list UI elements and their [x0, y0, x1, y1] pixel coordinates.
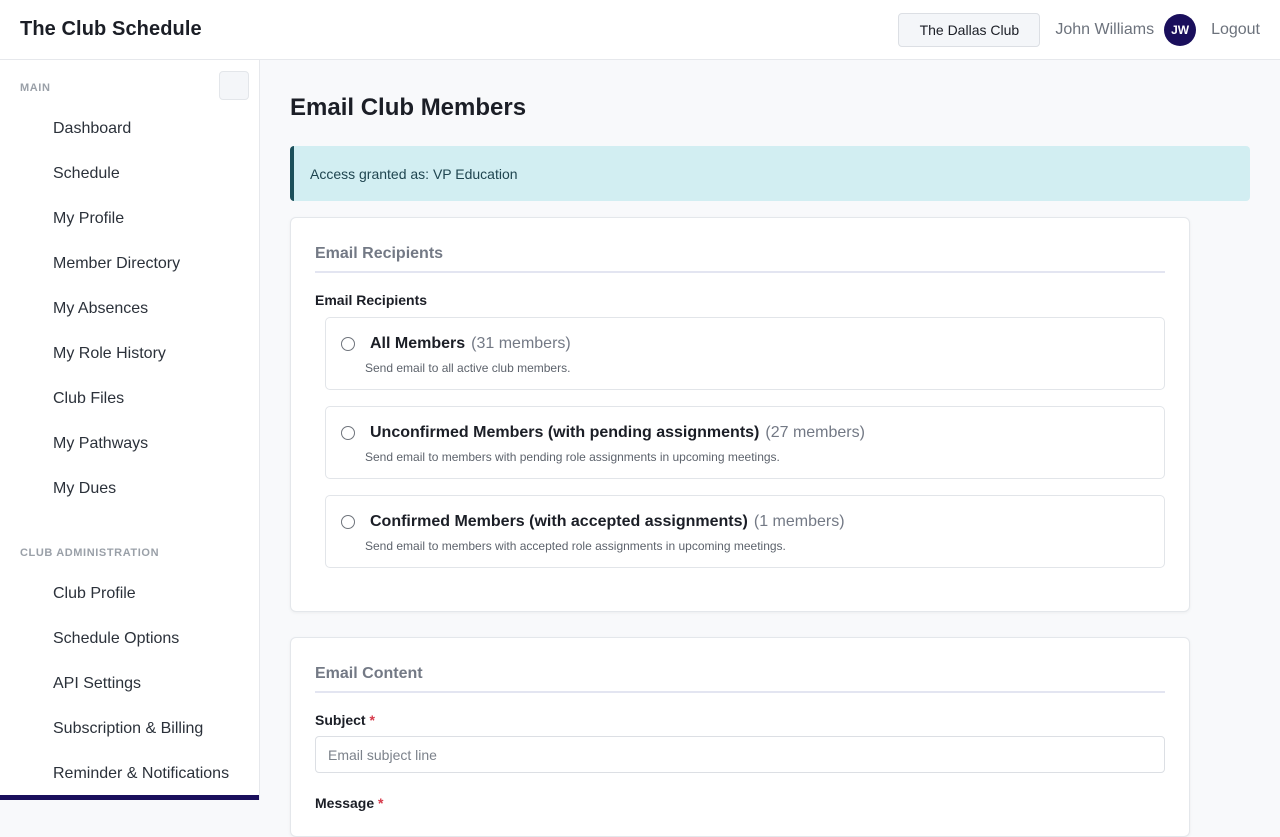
top-bar-right: The Dallas Club John Williams JW Logout: [898, 12, 1260, 47]
page-title: Email Club Members: [290, 94, 527, 121]
option-title-text: Unconfirmed Members (with pending assign…: [370, 424, 760, 441]
message-label: Message *: [315, 795, 384, 811]
option-member-count: (31 members): [471, 335, 571, 352]
option-description: Send email to all active club members.: [365, 361, 571, 375]
club-selector-button[interactable]: The Dallas Club: [898, 12, 1041, 47]
option-member-count: (27 members): [765, 424, 865, 441]
card-title-content: Email Content: [315, 665, 423, 682]
radio-unconfirmed-members[interactable]: [341, 426, 355, 440]
sidebar-active-item-bar[interactable]: [0, 795, 259, 800]
sidebar-item-my-profile[interactable]: My Profile: [53, 210, 124, 228]
recipient-option-unconfirmed-members[interactable]: Unconfirmed Members (with pending assign…: [325, 406, 1165, 479]
radio-all-members[interactable]: [341, 337, 355, 351]
sidebar-item-my-pathways[interactable]: My Pathways: [53, 435, 148, 453]
required-mark: *: [369, 712, 375, 728]
subject-label-text: Subject: [315, 712, 366, 728]
sidebar-item-my-role-history[interactable]: My Role History: [53, 345, 166, 363]
recipient-option-confirmed-members[interactable]: Confirmed Members (with accepted assignm…: [325, 495, 1165, 568]
recipient-option-all-members[interactable]: All Members (31 members) Send email to al…: [325, 317, 1165, 390]
card-divider: [315, 691, 1165, 693]
subject-input[interactable]: [315, 736, 1165, 773]
option-title: All Members (31 members): [370, 335, 571, 353]
radio-confirmed-members[interactable]: [341, 515, 355, 529]
card-divider: [315, 271, 1165, 273]
option-description: Send email to members with accepted role…: [365, 539, 786, 553]
sidebar-item-subscription-billing[interactable]: Subscription & Billing: [53, 720, 203, 738]
sidebar-item-member-directory[interactable]: Member Directory: [53, 255, 180, 273]
option-member-count: (1 members): [753, 513, 845, 530]
recipients-field-label: Email Recipients: [315, 292, 428, 308]
sidebar-item-my-absences[interactable]: My Absences: [53, 300, 148, 318]
option-title-text: Confirmed Members (with accepted assignm…: [370, 513, 748, 530]
sidebar-item-reminder-notifications[interactable]: Reminder & Notifications: [53, 765, 229, 783]
message-label-text: Message: [315, 795, 375, 811]
email-content-card: Email Content Subject * Message *: [290, 637, 1190, 837]
sidebar-toggle-button[interactable]: [219, 71, 249, 100]
sidebar-item-club-files[interactable]: Club Files: [53, 390, 124, 408]
access-alert: Access granted as: VP Education: [290, 146, 1250, 201]
app-title[interactable]: The Club Schedule: [20, 18, 202, 41]
sidebar-section-main: MAIN: [20, 82, 51, 94]
sidebar-item-schedule[interactable]: Schedule: [53, 165, 120, 183]
main-content: Email Club Members Access granted as: VP…: [260, 60, 1280, 837]
option-title: Unconfirmed Members (with pending assign…: [370, 424, 865, 442]
user-name[interactable]: John Williams: [1055, 21, 1154, 39]
top-bar: The Club Schedule The Dallas Club John W…: [0, 0, 1280, 60]
logout-link[interactable]: Logout: [1211, 21, 1260, 39]
sidebar-item-dashboard[interactable]: Dashboard: [53, 120, 131, 138]
avatar[interactable]: JW: [1164, 13, 1197, 46]
option-title-text: All Members: [370, 335, 466, 352]
option-description: Send email to members with pending role …: [365, 450, 780, 464]
sidebar-item-my-dues[interactable]: My Dues: [53, 480, 116, 498]
sidebar-section-club-administration: CLUB ADMINISTRATION: [20, 547, 160, 559]
subject-label: Subject *: [315, 712, 375, 728]
sidebar-item-api-settings[interactable]: API Settings: [53, 675, 141, 693]
email-recipients-card: Email Recipients Email Recipients All Me…: [290, 217, 1190, 612]
sidebar: MAIN Dashboard Schedule My Profile Membe…: [0, 60, 260, 800]
required-mark: *: [378, 795, 384, 811]
card-title-recipients: Email Recipients: [315, 245, 444, 262]
sidebar-item-schedule-options[interactable]: Schedule Options: [53, 630, 179, 648]
sidebar-item-club-profile[interactable]: Club Profile: [53, 585, 136, 603]
option-title: Confirmed Members (with accepted assignm…: [370, 513, 845, 531]
